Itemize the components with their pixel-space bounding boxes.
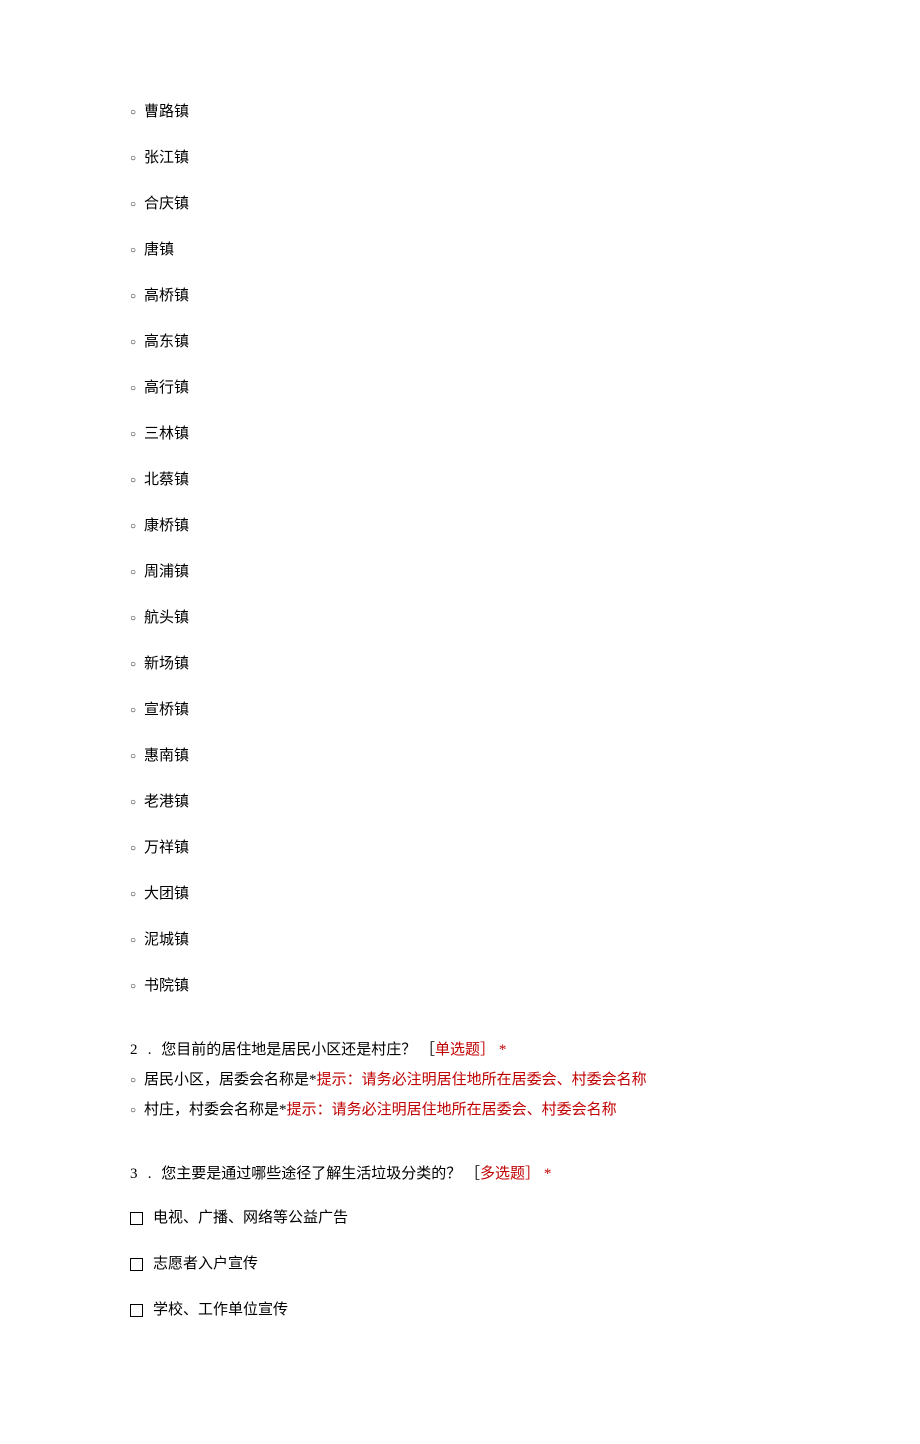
radio-option[interactable]: ○ 大团镇 xyxy=(130,882,790,906)
radio-option[interactable]: ○ 书院镇 xyxy=(130,974,790,998)
required-asterisk: * xyxy=(499,1042,507,1058)
radio-label: 老港镇 xyxy=(144,790,189,814)
q1-options-list: ○ 曹路镇 ○ 张江镇 ○ 合庆镇 ○ 唐镇 ○ 高桥镇 ○ 高东镇 ○ 高行镇… xyxy=(130,100,790,998)
radio-bullet-icon: ○ xyxy=(130,381,136,397)
radio-option[interactable]: ○ 合庆镇 xyxy=(130,192,790,216)
radio-option[interactable]: ○ 张江镇 xyxy=(130,146,790,170)
radio-bullet-icon: ○ xyxy=(130,427,136,443)
checkbox-label: 志愿者入户宣传 xyxy=(153,1252,258,1276)
radio-label: 三林镇 xyxy=(144,422,189,446)
radio-label: 泥城镇 xyxy=(144,928,189,952)
radio-bullet-icon: ○ xyxy=(130,979,136,995)
bracket-open: ［ xyxy=(420,1042,435,1058)
question-2-title: 2 . 您目前的居住地是居民小区还是村庄？ ［单选题］ * xyxy=(130,1038,790,1062)
radio-bullet-icon: ○ xyxy=(130,1103,136,1119)
question-type-label: 单选题 xyxy=(435,1042,480,1058)
radio-bullet-icon: ○ xyxy=(130,841,136,857)
question-text: 您目前的居住地是居民小区还是村庄？ xyxy=(161,1042,416,1058)
question-number: 2 xyxy=(130,1038,144,1062)
checkbox-label: 电视、广播、网络等公益广告 xyxy=(153,1206,348,1230)
radio-bullet-icon: ○ xyxy=(130,519,136,535)
radio-option[interactable]: ○ 万祥镇 xyxy=(130,836,790,860)
radio-option[interactable]: ○ 唐镇 xyxy=(130,238,790,262)
question-3: 3 . 您主要是通过哪些途径了解生活垃圾分类的？ ［多选题］ * 电视、广播、网… xyxy=(130,1162,790,1322)
option-hint: 提示：请务必注明居住地所在居委会、村委会名称 xyxy=(317,1072,647,1088)
radio-bullet-icon: ○ xyxy=(130,657,136,673)
bracket-close: ］ xyxy=(480,1042,495,1058)
radio-label: 高东镇 xyxy=(144,330,189,354)
radio-option[interactable]: ○ 高东镇 xyxy=(130,330,790,354)
q3-options-list: 电视、广播、网络等公益广告 志愿者入户宣传 学校、工作单位宣传 xyxy=(130,1206,790,1322)
radio-label: 张江镇 xyxy=(144,146,189,170)
radio-label: 唐镇 xyxy=(144,238,174,262)
radio-label: 合庆镇 xyxy=(144,192,189,216)
radio-option[interactable]: ○ 航头镇 xyxy=(130,606,790,630)
radio-label: 周浦镇 xyxy=(144,560,189,584)
radio-label: 新场镇 xyxy=(144,652,189,676)
checkbox-icon xyxy=(130,1258,143,1271)
checkbox-option[interactable]: 电视、广播、网络等公益广告 xyxy=(130,1206,790,1230)
radio-bullet-icon: ○ xyxy=(130,611,136,627)
checkbox-icon xyxy=(130,1304,143,1317)
radio-label: 宣桥镇 xyxy=(144,698,189,722)
radio-label: 航头镇 xyxy=(144,606,189,630)
radio-bullet-icon: ○ xyxy=(130,933,136,949)
radio-label: 高桥镇 xyxy=(144,284,189,308)
radio-label: 惠南镇 xyxy=(144,744,189,768)
radio-option[interactable]: ○ 北蔡镇 xyxy=(130,468,790,492)
radio-bullet-icon: ○ xyxy=(130,887,136,903)
radio-bullet-icon: ○ xyxy=(130,335,136,351)
option-label: 村庄，村委会名称是* xyxy=(144,1102,287,1118)
question-dot: . xyxy=(148,1162,152,1186)
checkbox-label: 学校、工作单位宣传 xyxy=(153,1298,288,1322)
radio-option[interactable]: ○ 宣桥镇 xyxy=(130,698,790,722)
radio-option[interactable]: ○ 三林镇 xyxy=(130,422,790,446)
q2-option[interactable]: ○ 居民小区，居委会名称是*提示：请务必注明居住地所在居委会、村委会名称 xyxy=(130,1068,790,1092)
checkbox-icon xyxy=(130,1212,143,1225)
bracket-open: ［ xyxy=(465,1166,480,1182)
radio-option[interactable]: ○ 高行镇 xyxy=(130,376,790,400)
question-dot: . xyxy=(148,1038,152,1062)
radio-label: 大团镇 xyxy=(144,882,189,906)
question-2: 2 . 您目前的居住地是居民小区还是村庄？ ［单选题］ * ○ 居民小区，居委会… xyxy=(130,1038,790,1122)
radio-bullet-icon: ○ xyxy=(130,703,136,719)
radio-bullet-icon: ○ xyxy=(130,243,136,259)
radio-option[interactable]: ○ 周浦镇 xyxy=(130,560,790,584)
radio-label: 高行镇 xyxy=(144,376,189,400)
radio-label: 康桥镇 xyxy=(144,514,189,538)
radio-option[interactable]: ○ 老港镇 xyxy=(130,790,790,814)
radio-bullet-icon: ○ xyxy=(130,749,136,765)
checkbox-option[interactable]: 学校、工作单位宣传 xyxy=(130,1298,790,1322)
option-hint: 提示：请务必注明居住地所在居委会、村委会名称 xyxy=(287,1102,617,1118)
radio-bullet-icon: ○ xyxy=(130,565,136,581)
document-page: ○ 曹路镇 ○ 张江镇 ○ 合庆镇 ○ 唐镇 ○ 高桥镇 ○ 高东镇 ○ 高行镇… xyxy=(0,0,920,1444)
radio-label: 曹路镇 xyxy=(144,100,189,124)
radio-bullet-icon: ○ xyxy=(130,473,136,489)
radio-bullet-icon: ○ xyxy=(130,289,136,305)
radio-bullet-icon: ○ xyxy=(130,197,136,213)
q2-option[interactable]: ○ 村庄，村委会名称是*提示：请务必注明居住地所在居委会、村委会名称 xyxy=(130,1098,790,1122)
radio-label: 北蔡镇 xyxy=(144,468,189,492)
radio-bullet-icon: ○ xyxy=(130,151,136,167)
radio-label: 万祥镇 xyxy=(144,836,189,860)
option-label: 居民小区，居委会名称是* xyxy=(144,1072,317,1088)
radio-option[interactable]: ○ 康桥镇 xyxy=(130,514,790,538)
question-number: 3 xyxy=(130,1162,144,1186)
radio-bullet-icon: ○ xyxy=(130,1073,136,1089)
radio-option[interactable]: ○ 新场镇 xyxy=(130,652,790,676)
question-3-title: 3 . 您主要是通过哪些途径了解生活垃圾分类的？ ［多选题］ * xyxy=(130,1162,790,1186)
radio-bullet-icon: ○ xyxy=(130,795,136,811)
radio-option[interactable]: ○ 泥城镇 xyxy=(130,928,790,952)
radio-option[interactable]: ○ 惠南镇 xyxy=(130,744,790,768)
radio-option[interactable]: ○ 高桥镇 xyxy=(130,284,790,308)
radio-bullet-icon: ○ xyxy=(130,105,136,121)
required-asterisk: * xyxy=(544,1166,552,1182)
question-text: 您主要是通过哪些途径了解生活垃圾分类的？ xyxy=(161,1166,461,1182)
checkbox-option[interactable]: 志愿者入户宣传 xyxy=(130,1252,790,1276)
question-type-label: 多选题 xyxy=(480,1166,525,1182)
radio-label: 书院镇 xyxy=(144,974,189,998)
radio-option[interactable]: ○ 曹路镇 xyxy=(130,100,790,124)
bracket-close: ］ xyxy=(525,1166,540,1182)
